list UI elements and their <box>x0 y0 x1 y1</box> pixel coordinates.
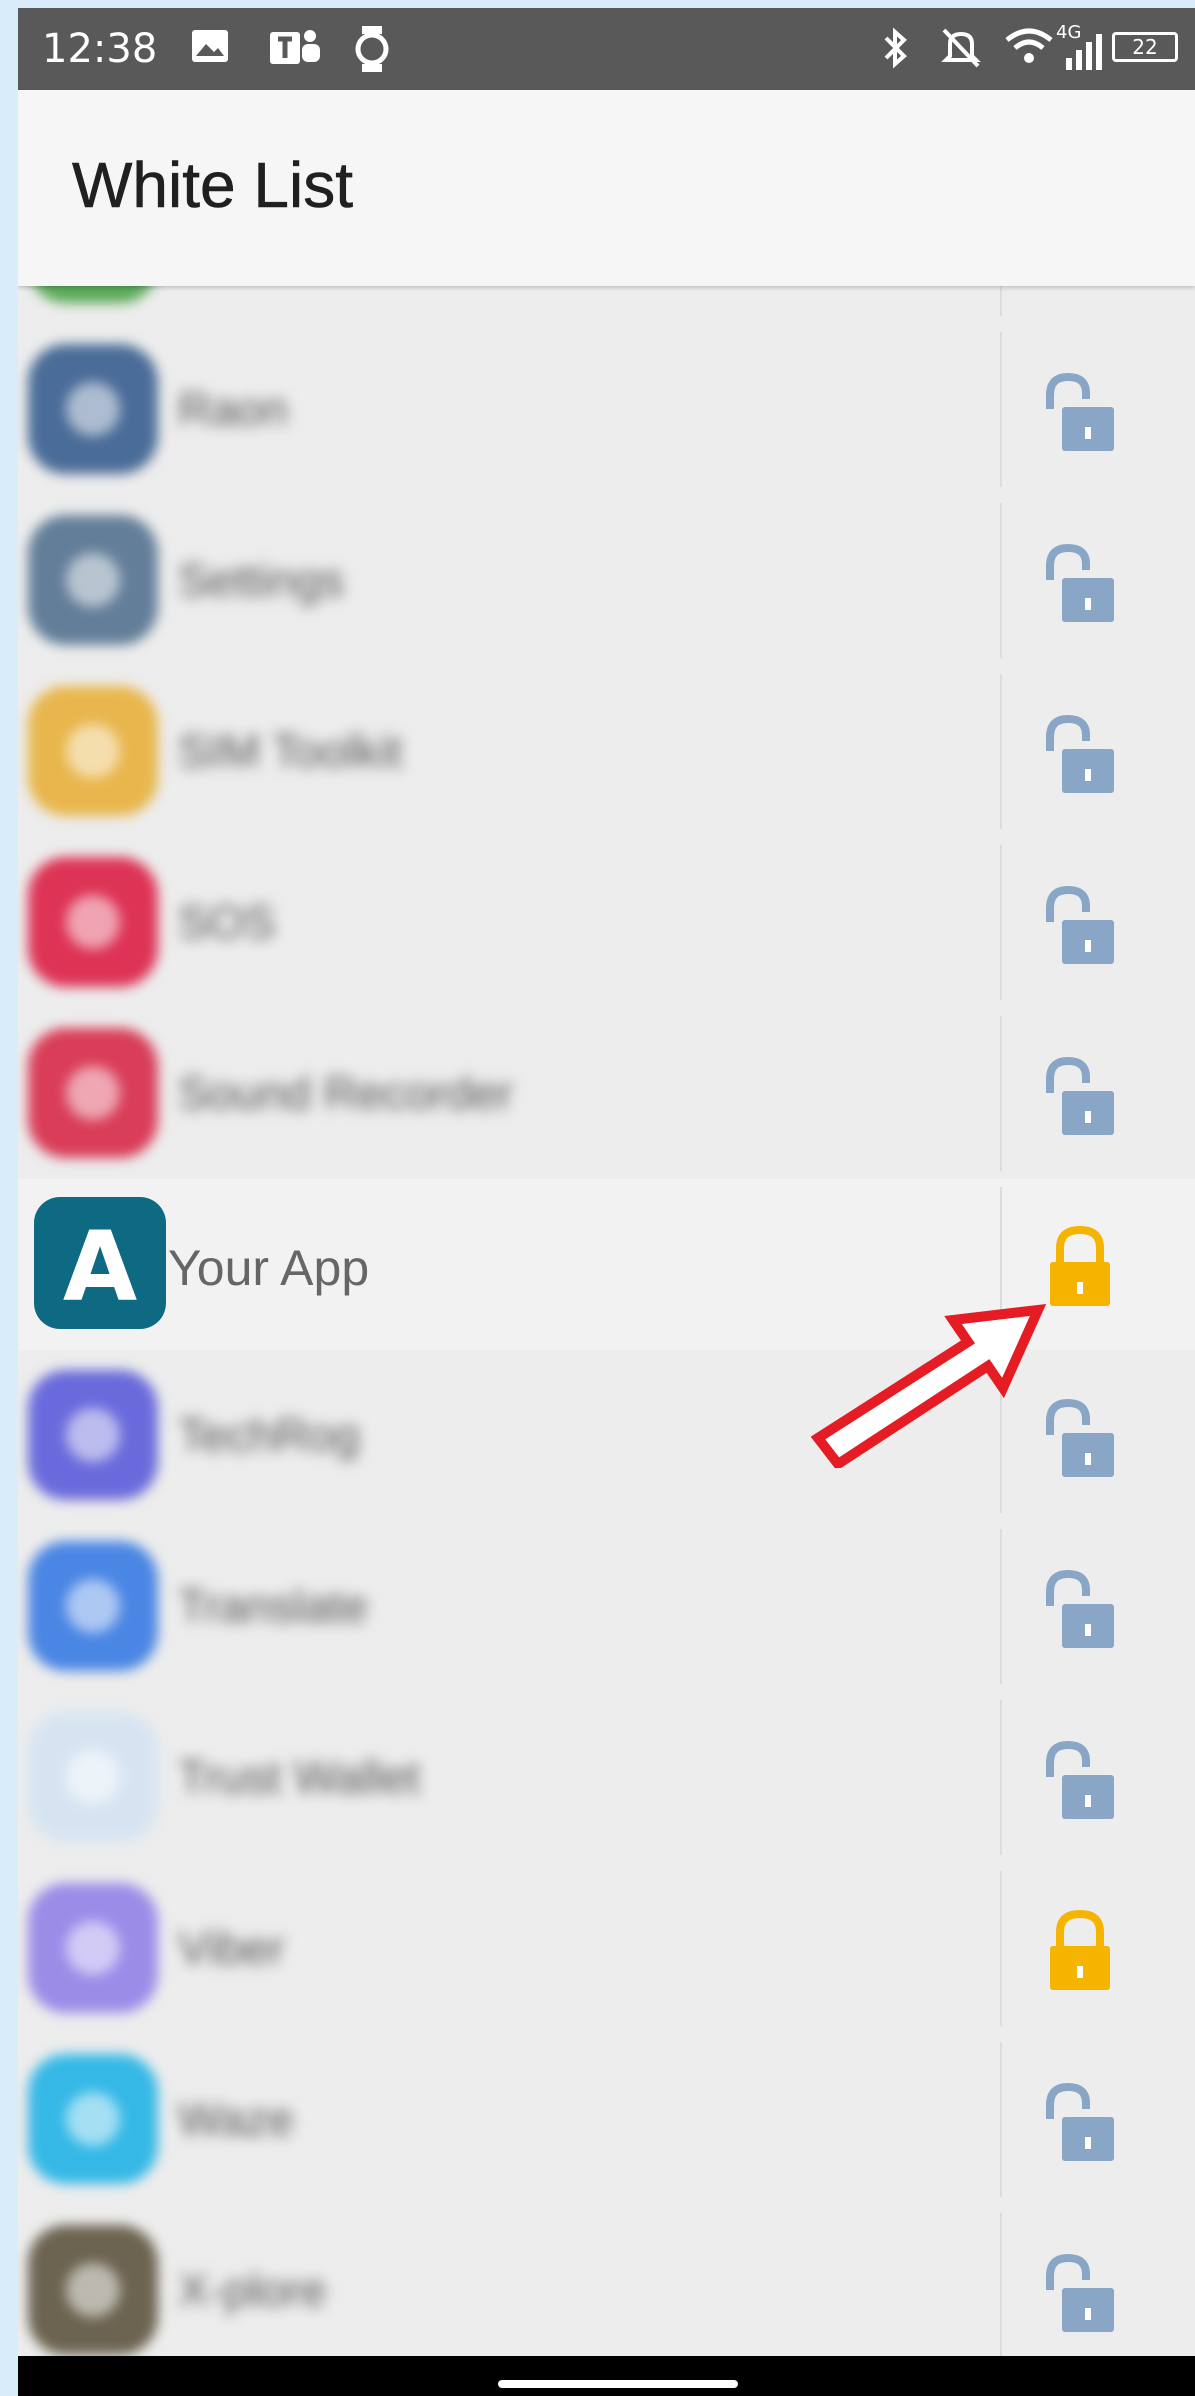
signal-icon <box>1066 34 1102 70</box>
row-divider <box>1000 1529 1002 1684</box>
unlocked-icon[interactable] <box>1044 1737 1116 1821</box>
app-icon <box>28 1370 158 1500</box>
app-name: Trust Wallet <box>178 1751 420 1803</box>
app-row[interactable]: Viber <box>18 1863 1195 2036</box>
app-icon-glyph <box>66 2263 120 2317</box>
app-name: Your App <box>168 1240 370 1296</box>
unlocked-icon[interactable] <box>1044 2079 1116 2163</box>
app-icon-glyph <box>66 895 120 949</box>
app-row[interactable]: Sound Recorder <box>18 1008 1195 1181</box>
app-row[interactable]: Settings <box>18 495 1195 668</box>
watch-icon <box>355 26 389 72</box>
teams-icon <box>270 30 320 64</box>
app-icon <box>28 1883 158 2013</box>
status-time: 12:38 <box>42 26 158 72</box>
home-handle[interactable] <box>498 2380 738 2388</box>
app-name: Translate <box>178 1580 369 1632</box>
page-title: White List <box>72 149 354 222</box>
row-divider <box>1000 286 1002 316</box>
unlocked-icon[interactable] <box>1044 1053 1116 1137</box>
battery-icon: 22 <box>1112 32 1178 62</box>
app-icon <box>28 2225 158 2355</box>
app-name: Waze <box>178 2093 294 2145</box>
app-name: Sound Recorder <box>178 1067 513 1119</box>
app-row[interactable]: Trust Wallet <box>18 1692 1195 1865</box>
app-icon-glyph <box>66 2092 120 2146</box>
row-divider <box>1000 674 1002 829</box>
app-icon <box>28 686 158 816</box>
app-name: Raon <box>178 383 288 435</box>
app-row[interactable]: Waze <box>18 2034 1195 2207</box>
row-divider <box>1000 332 1002 487</box>
app-name: SIM Toolkit <box>178 725 403 777</box>
image-icon <box>192 30 228 62</box>
app-bar: White List <box>18 90 1195 286</box>
unlocked-icon[interactable] <box>1044 2250 1116 2334</box>
unlocked-icon[interactable] <box>1044 1566 1116 1650</box>
app-name: TechRog <box>178 1409 360 1461</box>
unlocked-icon[interactable] <box>1044 882 1116 966</box>
unlocked-icon[interactable] <box>1044 369 1116 453</box>
battery-level: 22 <box>1132 35 1158 59</box>
app-icon-glyph <box>66 1408 120 1462</box>
app-icon-letter: A <box>62 1211 138 1323</box>
row-divider <box>1000 2042 1002 2197</box>
app-icon-glyph <box>66 724 120 778</box>
app-icon-glyph <box>66 1921 120 1975</box>
app-icon-glyph <box>66 1066 120 1120</box>
row-divider <box>1000 1871 1002 2026</box>
app-icon <box>28 286 158 303</box>
app-icon <box>28 344 158 474</box>
app-icon <box>28 1028 158 1158</box>
app-row[interactable]: X-plore <box>18 2205 1195 2356</box>
app-row[interactable]: Translate <box>18 1521 1195 1694</box>
app-icon <box>28 1712 158 1842</box>
app-icon <box>28 1541 158 1671</box>
app-name: SOS <box>178 896 276 948</box>
wifi-icon <box>1005 28 1053 63</box>
phone-screen: 12:38 4G 22 White List Raon Settings SIM… <box>18 8 1195 2396</box>
app-row[interactable]: Raon <box>18 324 1195 497</box>
row-divider <box>1000 503 1002 658</box>
app-icon-glyph <box>66 553 120 607</box>
unlocked-icon[interactable] <box>1044 540 1116 624</box>
status-bar: 12:38 4G 22 <box>18 8 1195 90</box>
app-name: Settings <box>178 554 345 606</box>
unlocked-icon[interactable] <box>1044 711 1116 795</box>
bluetooth-icon <box>884 27 907 69</box>
app-icon-glyph <box>66 382 120 436</box>
app-icon <box>28 2054 158 2184</box>
app-name: Viber <box>178 1922 285 1974</box>
app-icon-glyph <box>66 1579 120 1633</box>
app-icon <box>28 515 158 645</box>
app-row[interactable]: SOS <box>18 837 1195 1010</box>
locked-icon[interactable] <box>1044 1908 1116 1992</box>
row-divider <box>1000 2213 1002 2356</box>
row-divider <box>1000 1016 1002 1171</box>
app-icon-glyph <box>66 1750 120 1804</box>
navigation-bar <box>18 2356 1195 2396</box>
app-icon: A <box>34 1197 166 1329</box>
app-icon <box>28 857 158 987</box>
mute-icon <box>941 28 981 68</box>
row-divider <box>1000 1700 1002 1855</box>
app-row[interactable] <box>18 286 1195 326</box>
app-row[interactable]: SIM Toolkit <box>18 666 1195 839</box>
row-divider <box>1000 845 1002 1000</box>
annotation-arrow <box>810 1304 1047 1468</box>
app-name: X-plore <box>178 2264 327 2316</box>
